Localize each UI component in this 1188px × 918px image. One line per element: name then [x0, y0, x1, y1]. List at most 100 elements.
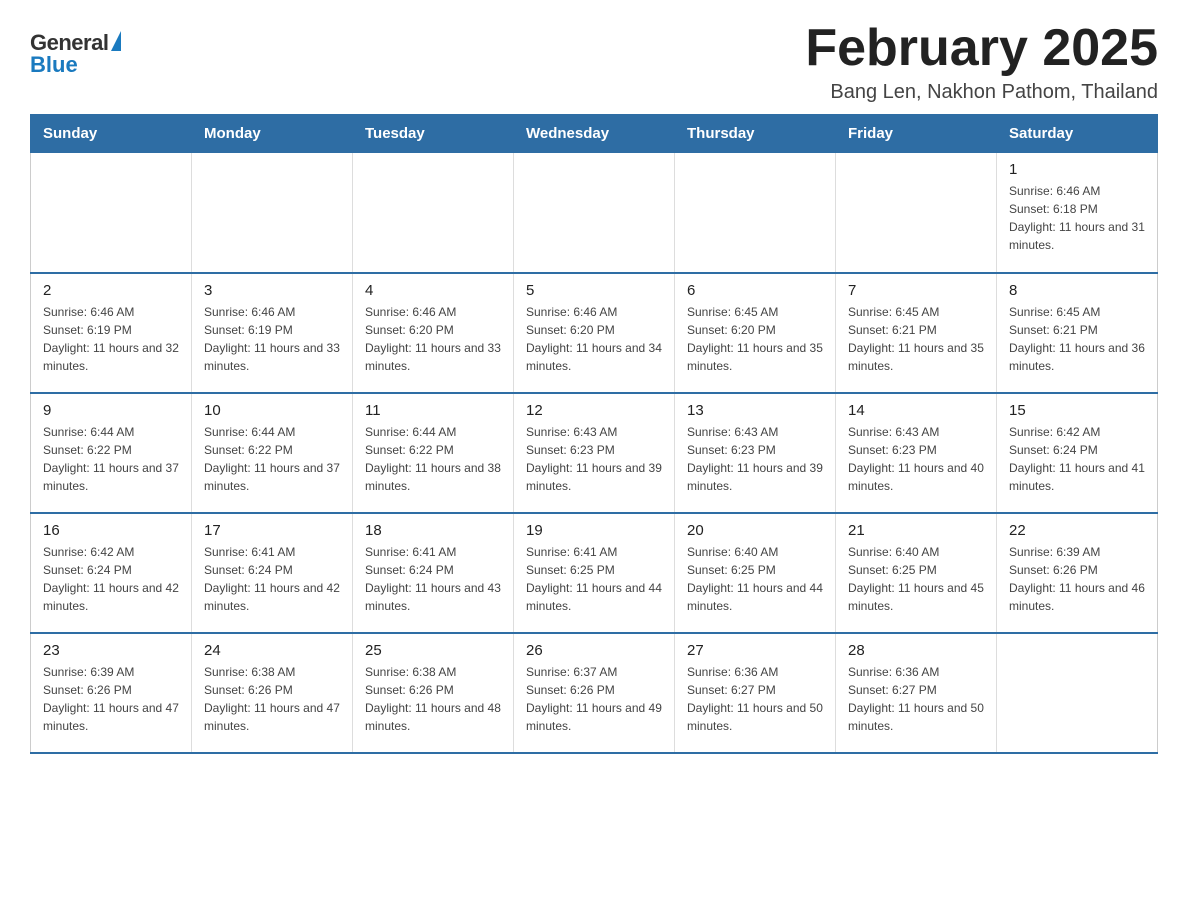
day-info: Sunrise: 6:43 AMSunset: 6:23 PMDaylight:… — [526, 423, 662, 495]
day-info: Sunrise: 6:45 AMSunset: 6:20 PMDaylight:… — [687, 303, 823, 375]
day-info: Sunrise: 6:46 AMSunset: 6:19 PMDaylight:… — [43, 303, 179, 375]
day-info: Sunrise: 6:42 AMSunset: 6:24 PMDaylight:… — [1009, 423, 1145, 495]
day-number: 7 — [848, 282, 984, 299]
day-info: Sunrise: 6:45 AMSunset: 6:21 PMDaylight:… — [848, 303, 984, 375]
day-number: 21 — [848, 522, 984, 539]
day-number: 23 — [43, 642, 179, 659]
calendar-week-row: 16Sunrise: 6:42 AMSunset: 6:24 PMDayligh… — [31, 513, 1158, 633]
calendar-header-row: SundayMondayTuesdayWednesdayThursdayFrid… — [31, 115, 1158, 153]
calendar-week-row: 2 Sunrise: 6:46 AMSunset: 6:19 PMDaylight… — [31, 273, 1158, 393]
calendar-cell: 12 Sunrise: 6:43 AMSunset: 6:23 PMDayligh… — [514, 393, 675, 513]
day-of-week-header: Monday — [192, 115, 353, 153]
logo: General Blue — [30, 30, 121, 78]
day-number: 27 — [687, 642, 823, 659]
calendar-cell — [997, 633, 1158, 753]
calendar-cell: 19 Sunrise: 6:41 AMSunset: 6:25 PMDayligh… — [514, 513, 675, 633]
calendar-table: SundayMondayTuesdayWednesdayThursdayFrid… — [30, 114, 1158, 754]
day-info: Sunrise: 6:37 AMSunset: 6:26 PMDaylight:… — [526, 663, 662, 735]
day-number: 28 — [848, 642, 984, 659]
calendar-cell: 26Sunrise: 6:37 AMSunset: 6:26 PMDayligh… — [514, 633, 675, 753]
calendar-cell: 22Sunrise: 6:39 AMSunset: 6:26 PMDayligh… — [997, 513, 1158, 633]
day-number: 25 — [365, 642, 501, 659]
day-of-week-header: Friday — [836, 115, 997, 153]
day-info: Sunrise: 6:38 AMSunset: 6:26 PMDaylight:… — [365, 663, 501, 735]
day-number: 18 — [365, 522, 501, 539]
day-number: 22 — [1009, 522, 1145, 539]
calendar-subtitle: Bang Len, Nakhon Pathom, Thailand — [805, 81, 1158, 104]
calendar-week-row: 9 Sunrise: 6:44 AMSunset: 6:22 PMDaylight… — [31, 393, 1158, 513]
calendar-cell — [675, 153, 836, 273]
calendar-cell: 15 Sunrise: 6:42 AMSunset: 6:24 PMDayligh… — [997, 393, 1158, 513]
calendar-cell — [31, 153, 192, 273]
day-info: Sunrise: 6:38 AMSunset: 6:26 PMDaylight:… — [204, 663, 340, 735]
day-info: Sunrise: 6:36 AMSunset: 6:27 PMDaylight:… — [687, 663, 823, 735]
day-number: 4 — [365, 282, 501, 299]
day-info: Sunrise: 6:46 AMSunset: 6:20 PMDaylight:… — [365, 303, 501, 375]
calendar-cell: 7 Sunrise: 6:45 AMSunset: 6:21 PMDaylight… — [836, 273, 997, 393]
day-info: Sunrise: 6:39 AMSunset: 6:26 PMDaylight:… — [43, 663, 179, 735]
day-number: 9 — [43, 402, 179, 419]
calendar-cell: 11Sunrise: 6:44 AMSunset: 6:22 PMDayligh… — [353, 393, 514, 513]
calendar-cell: 10 Sunrise: 6:44 AMSunset: 6:22 PMDayligh… — [192, 393, 353, 513]
day-number: 13 — [687, 402, 823, 419]
day-info: Sunrise: 6:41 AMSunset: 6:24 PMDaylight:… — [204, 543, 340, 615]
day-number: 19 — [526, 522, 662, 539]
calendar-cell — [192, 153, 353, 273]
day-info: Sunrise: 6:45 AMSunset: 6:21 PMDaylight:… — [1009, 303, 1145, 375]
day-info: Sunrise: 6:41 AMSunset: 6:25 PMDaylight:… — [526, 543, 662, 615]
title-area: February 2025 Bang Len, Nakhon Pathom, T… — [805, 20, 1158, 104]
calendar-cell: 3 Sunrise: 6:46 AMSunset: 6:19 PMDaylight… — [192, 273, 353, 393]
day-info: Sunrise: 6:44 AMSunset: 6:22 PMDaylight:… — [365, 423, 501, 495]
day-info: Sunrise: 6:36 AMSunset: 6:27 PMDaylight:… — [848, 663, 984, 735]
logo-blue-text: Blue — [30, 52, 78, 78]
calendar-cell: 16Sunrise: 6:42 AMSunset: 6:24 PMDayligh… — [31, 513, 192, 633]
calendar-cell: 8 Sunrise: 6:45 AMSunset: 6:21 PMDaylight… — [997, 273, 1158, 393]
calendar-title: February 2025 — [805, 20, 1158, 77]
day-info: Sunrise: 6:46 AMSunset: 6:20 PMDaylight:… — [526, 303, 662, 375]
day-number: 24 — [204, 642, 340, 659]
day-number: 15 — [1009, 402, 1145, 419]
calendar-week-row: 23 Sunrise: 6:39 AMSunset: 6:26 PMDayligh… — [31, 633, 1158, 753]
page-header: General Blue February 2025 Bang Len, Nak… — [30, 20, 1158, 104]
calendar-cell — [514, 153, 675, 273]
calendar-cell: 27 Sunrise: 6:36 AMSunset: 6:27 PMDayligh… — [675, 633, 836, 753]
calendar-cell — [353, 153, 514, 273]
calendar-cell: 1 Sunrise: 6:46 AMSunset: 6:18 PMDaylight… — [997, 153, 1158, 273]
day-number: 12 — [526, 402, 662, 419]
day-of-week-header: Thursday — [675, 115, 836, 153]
day-of-week-header: Wednesday — [514, 115, 675, 153]
calendar-cell: 6 Sunrise: 6:45 AMSunset: 6:20 PMDaylight… — [675, 273, 836, 393]
day-of-week-header: Saturday — [997, 115, 1158, 153]
calendar-cell: 25 Sunrise: 6:38 AMSunset: 6:26 PMDayligh… — [353, 633, 514, 753]
day-number: 6 — [687, 282, 823, 299]
calendar-cell: 5 Sunrise: 6:46 AMSunset: 6:20 PMDaylight… — [514, 273, 675, 393]
calendar-cell — [836, 153, 997, 273]
day-info: Sunrise: 6:43 AMSunset: 6:23 PMDaylight:… — [687, 423, 823, 495]
day-info: Sunrise: 6:46 AMSunset: 6:19 PMDaylight:… — [204, 303, 340, 375]
calendar-cell: 17 Sunrise: 6:41 AMSunset: 6:24 PMDayligh… — [192, 513, 353, 633]
day-info: Sunrise: 6:43 AMSunset: 6:23 PMDaylight:… — [848, 423, 984, 495]
day-number: 10 — [204, 402, 340, 419]
day-number: 14 — [848, 402, 984, 419]
day-number: 5 — [526, 282, 662, 299]
day-info: Sunrise: 6:44 AMSunset: 6:22 PMDaylight:… — [204, 423, 340, 495]
day-number: 8 — [1009, 282, 1145, 299]
calendar-cell: 21 Sunrise: 6:40 AMSunset: 6:25 PMDayligh… — [836, 513, 997, 633]
day-number: 17 — [204, 522, 340, 539]
day-number: 20 — [687, 522, 823, 539]
calendar-cell: 14 Sunrise: 6:43 AMSunset: 6:23 PMDayligh… — [836, 393, 997, 513]
calendar-week-row: 1 Sunrise: 6:46 AMSunset: 6:18 PMDaylight… — [31, 153, 1158, 273]
day-info: Sunrise: 6:40 AMSunset: 6:25 PMDaylight:… — [848, 543, 984, 615]
day-number: 2 — [43, 282, 179, 299]
day-info: Sunrise: 6:44 AMSunset: 6:22 PMDaylight:… — [43, 423, 179, 495]
calendar-cell: 13 Sunrise: 6:43 AMSunset: 6:23 PMDayligh… — [675, 393, 836, 513]
calendar-cell: 2 Sunrise: 6:46 AMSunset: 6:19 PMDaylight… — [31, 273, 192, 393]
calendar-cell: 23 Sunrise: 6:39 AMSunset: 6:26 PMDayligh… — [31, 633, 192, 753]
calendar-cell: 20Sunrise: 6:40 AMSunset: 6:25 PMDayligh… — [675, 513, 836, 633]
day-number: 3 — [204, 282, 340, 299]
day-info: Sunrise: 6:42 AMSunset: 6:24 PMDaylight:… — [43, 543, 179, 615]
day-number: 1 — [1009, 161, 1145, 178]
day-info: Sunrise: 6:46 AMSunset: 6:18 PMDaylight:… — [1009, 182, 1145, 254]
calendar-cell: 28 Sunrise: 6:36 AMSunset: 6:27 PMDayligh… — [836, 633, 997, 753]
calendar-cell: 9 Sunrise: 6:44 AMSunset: 6:22 PMDaylight… — [31, 393, 192, 513]
